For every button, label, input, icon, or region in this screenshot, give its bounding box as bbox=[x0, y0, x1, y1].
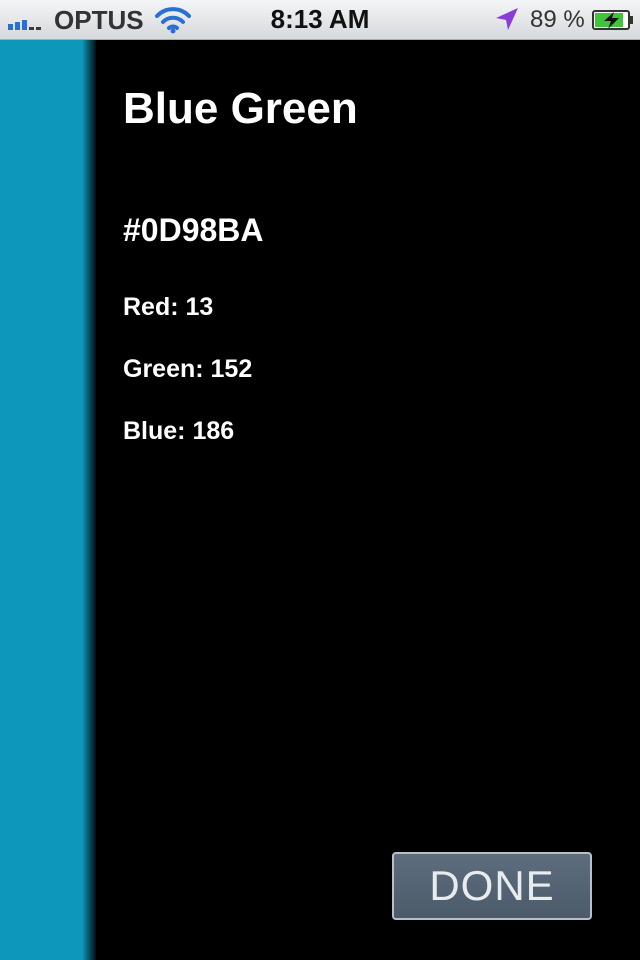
status-bar: OPTUS 8:13 AM 89 % bbox=[0, 0, 640, 40]
color-detail-screen: OPTUS 8:13 AM 89 % Blue Green #0D98BA Re… bbox=[0, 0, 640, 960]
green-component: Green: 152 bbox=[123, 355, 253, 383]
color-hex-value: #0D98BA bbox=[123, 212, 264, 248]
done-button[interactable]: DONE bbox=[392, 852, 592, 920]
color-name: Blue Green bbox=[123, 84, 358, 133]
blue-component: Blue: 186 bbox=[123, 417, 235, 445]
red-component: Red: 13 bbox=[123, 293, 214, 321]
color-swatch bbox=[0, 40, 96, 960]
location-arrow-icon bbox=[496, 8, 518, 30]
battery-charging-icon bbox=[592, 10, 633, 30]
battery-percent: 89 % bbox=[530, 6, 585, 33]
